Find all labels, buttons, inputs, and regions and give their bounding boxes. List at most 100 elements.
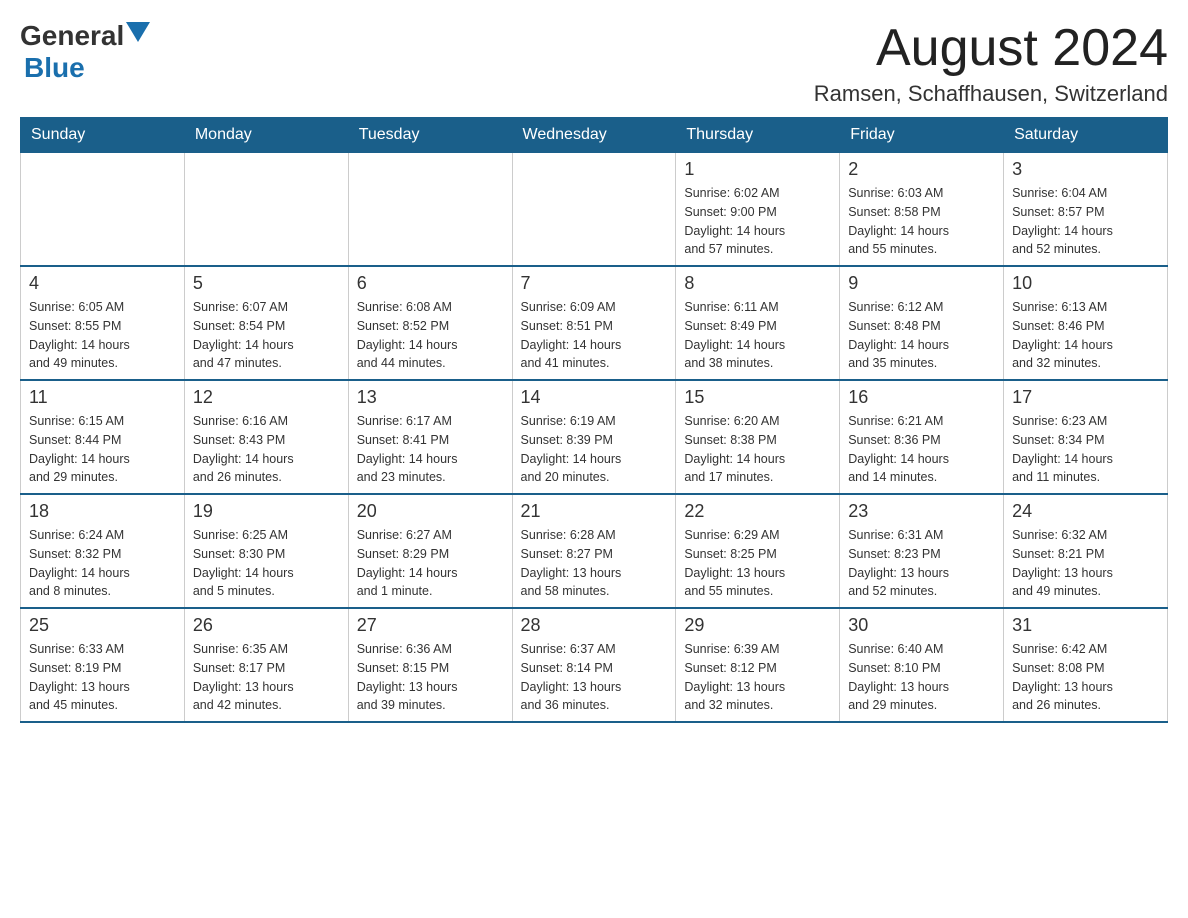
day-cell: 17Sunrise: 6:23 AMSunset: 8:34 PMDayligh… — [1004, 380, 1168, 494]
day-info: Sunrise: 6:16 AMSunset: 8:43 PMDaylight:… — [193, 412, 340, 487]
day-cell: 1 Sunrise: 6:02 AMSunset: 9:00 PMDaylight… — [676, 153, 840, 267]
day-number: 11 — [29, 387, 176, 408]
day-cell: 11 Sunrise: 6:15 AMSunset: 8:44 PMDayligh… — [21, 380, 185, 494]
day-cell: 2 Sunrise: 6:03 AMSunset: 8:58 PMDaylight… — [840, 153, 1004, 267]
week-row-2: 4 Sunrise: 6:05 AMSunset: 8:55 PMDaylight… — [21, 266, 1168, 380]
day-number: 3 — [1012, 159, 1159, 180]
page-header: General Blue August 2024 Ramsen, Schaffh… — [20, 20, 1168, 107]
week-row-1: 1 Sunrise: 6:02 AMSunset: 9:00 PMDaylight… — [21, 153, 1168, 267]
day-cell: 10 Sunrise: 6:13 AMSunset: 8:46 PMDayligh… — [1004, 266, 1168, 380]
calendar-header: SundayMondayTuesdayWednesdayThursdayFrid… — [21, 118, 1168, 153]
day-number: 16 — [848, 387, 995, 408]
day-cell: 29Sunrise: 6:39 AMSunset: 8:12 PMDayligh… — [676, 608, 840, 722]
calendar-table: SundayMondayTuesdayWednesdayThursdayFrid… — [20, 117, 1168, 723]
day-number: 4 — [29, 273, 176, 294]
weekday-header-thursday: Thursday — [676, 118, 840, 153]
day-info: Sunrise: 6:36 AMSunset: 8:15 PMDaylight:… — [357, 640, 504, 715]
weekday-header-wednesday: Wednesday — [512, 118, 676, 153]
day-info: Sunrise: 6:12 AMSunset: 8:48 PMDaylight:… — [848, 298, 995, 373]
day-info: Sunrise: 6:08 AMSunset: 8:52 PMDaylight:… — [357, 298, 504, 373]
day-cell: 4 Sunrise: 6:05 AMSunset: 8:55 PMDaylight… — [21, 266, 185, 380]
day-info: Sunrise: 6:39 AMSunset: 8:12 PMDaylight:… — [684, 640, 831, 715]
day-info: Sunrise: 6:13 AMSunset: 8:46 PMDaylight:… — [1012, 298, 1159, 373]
day-number: 6 — [357, 273, 504, 294]
day-cell: 31Sunrise: 6:42 AMSunset: 8:08 PMDayligh… — [1004, 608, 1168, 722]
weekday-header-row: SundayMondayTuesdayWednesdayThursdayFrid… — [21, 118, 1168, 153]
day-info: Sunrise: 6:05 AMSunset: 8:55 PMDaylight:… — [29, 298, 176, 373]
day-cell: 7Sunrise: 6:09 AMSunset: 8:51 PMDaylight… — [512, 266, 676, 380]
day-number: 2 — [848, 159, 995, 180]
day-number: 27 — [357, 615, 504, 636]
day-cell: 26Sunrise: 6:35 AMSunset: 8:17 PMDayligh… — [184, 608, 348, 722]
day-cell: 12 Sunrise: 6:16 AMSunset: 8:43 PMDayligh… — [184, 380, 348, 494]
day-info: Sunrise: 6:42 AMSunset: 8:08 PMDaylight:… — [1012, 640, 1159, 715]
day-number: 20 — [357, 501, 504, 522]
week-row-4: 18 Sunrise: 6:24 AMSunset: 8:32 PMDayligh… — [21, 494, 1168, 608]
day-cell: 20 Sunrise: 6:27 AMSunset: 8:29 PMDayligh… — [348, 494, 512, 608]
day-cell: 18 Sunrise: 6:24 AMSunset: 8:32 PMDayligh… — [21, 494, 185, 608]
month-year-title: August 2024 — [814, 20, 1168, 77]
day-info: Sunrise: 6:27 AMSunset: 8:29 PMDaylight:… — [357, 526, 504, 601]
day-info: Sunrise: 6:02 AMSunset: 9:00 PMDaylight:… — [684, 184, 831, 259]
day-cell: 15 Sunrise: 6:20 AMSunset: 8:38 PMDayligh… — [676, 380, 840, 494]
day-number: 18 — [29, 501, 176, 522]
location-subtitle: Ramsen, Schaffhausen, Switzerland — [814, 81, 1168, 107]
day-number: 24 — [1012, 501, 1159, 522]
day-number: 14 — [521, 387, 668, 408]
day-info: Sunrise: 6:15 AMSunset: 8:44 PMDaylight:… — [29, 412, 176, 487]
day-cell: 9 Sunrise: 6:12 AMSunset: 8:48 PMDaylight… — [840, 266, 1004, 380]
day-cell: 23 Sunrise: 6:31 AMSunset: 8:23 PMDayligh… — [840, 494, 1004, 608]
day-cell: 28 Sunrise: 6:37 AMSunset: 8:14 PMDayligh… — [512, 608, 676, 722]
day-number: 17 — [1012, 387, 1159, 408]
day-info: Sunrise: 6:17 AMSunset: 8:41 PMDaylight:… — [357, 412, 504, 487]
day-number: 23 — [848, 501, 995, 522]
day-info: Sunrise: 6:03 AMSunset: 8:58 PMDaylight:… — [848, 184, 995, 259]
day-number: 7 — [521, 273, 668, 294]
day-number: 13 — [357, 387, 504, 408]
day-info: Sunrise: 6:25 AMSunset: 8:30 PMDaylight:… — [193, 526, 340, 601]
day-number: 12 — [193, 387, 340, 408]
day-info: Sunrise: 6:31 AMSunset: 8:23 PMDaylight:… — [848, 526, 995, 601]
day-number: 8 — [684, 273, 831, 294]
day-info: Sunrise: 6:37 AMSunset: 8:14 PMDaylight:… — [521, 640, 668, 715]
weekday-header-monday: Monday — [184, 118, 348, 153]
day-number: 1 — [684, 159, 831, 180]
logo-triangle-icon — [126, 22, 150, 42]
day-cell: 22 Sunrise: 6:29 AMSunset: 8:25 PMDayligh… — [676, 494, 840, 608]
day-info: Sunrise: 6:24 AMSunset: 8:32 PMDaylight:… — [29, 526, 176, 601]
logo-general-text: General — [20, 20, 124, 52]
day-info: Sunrise: 6:04 AMSunset: 8:57 PMDaylight:… — [1012, 184, 1159, 259]
day-cell: 3 Sunrise: 6:04 AMSunset: 8:57 PMDaylight… — [1004, 153, 1168, 267]
day-cell: 5Sunrise: 6:07 AMSunset: 8:54 PMDaylight… — [184, 266, 348, 380]
day-number: 28 — [521, 615, 668, 636]
day-info: Sunrise: 6:40 AMSunset: 8:10 PMDaylight:… — [848, 640, 995, 715]
day-cell: 14 Sunrise: 6:19 AMSunset: 8:39 PMDayligh… — [512, 380, 676, 494]
day-cell: 19 Sunrise: 6:25 AMSunset: 8:30 PMDayligh… — [184, 494, 348, 608]
day-cell — [21, 153, 185, 267]
day-number: 10 — [1012, 273, 1159, 294]
day-cell: 16Sunrise: 6:21 AMSunset: 8:36 PMDayligh… — [840, 380, 1004, 494]
day-number: 9 — [848, 273, 995, 294]
day-info: Sunrise: 6:33 AMSunset: 8:19 PMDaylight:… — [29, 640, 176, 715]
day-cell: 21Sunrise: 6:28 AMSunset: 8:27 PMDayligh… — [512, 494, 676, 608]
day-cell: 30 Sunrise: 6:40 AMSunset: 8:10 PMDayligh… — [840, 608, 1004, 722]
day-info: Sunrise: 6:20 AMSunset: 8:38 PMDaylight:… — [684, 412, 831, 487]
logo-blue-text: Blue — [24, 52, 85, 84]
day-info: Sunrise: 6:28 AMSunset: 8:27 PMDaylight:… — [521, 526, 668, 601]
calendar-body: 1 Sunrise: 6:02 AMSunset: 9:00 PMDaylight… — [21, 153, 1168, 723]
day-cell — [348, 153, 512, 267]
week-row-3: 11 Sunrise: 6:15 AMSunset: 8:44 PMDayligh… — [21, 380, 1168, 494]
day-cell: 13 Sunrise: 6:17 AMSunset: 8:41 PMDayligh… — [348, 380, 512, 494]
day-number: 22 — [684, 501, 831, 522]
week-row-5: 25Sunrise: 6:33 AMSunset: 8:19 PMDayligh… — [21, 608, 1168, 722]
logo: General Blue — [20, 20, 150, 84]
day-cell: 24Sunrise: 6:32 AMSunset: 8:21 PMDayligh… — [1004, 494, 1168, 608]
day-number: 30 — [848, 615, 995, 636]
day-info: Sunrise: 6:29 AMSunset: 8:25 PMDaylight:… — [684, 526, 831, 601]
day-number: 15 — [684, 387, 831, 408]
day-cell: 27 Sunrise: 6:36 AMSunset: 8:15 PMDayligh… — [348, 608, 512, 722]
weekday-header-saturday: Saturday — [1004, 118, 1168, 153]
day-number: 19 — [193, 501, 340, 522]
day-info: Sunrise: 6:19 AMSunset: 8:39 PMDaylight:… — [521, 412, 668, 487]
day-cell — [512, 153, 676, 267]
